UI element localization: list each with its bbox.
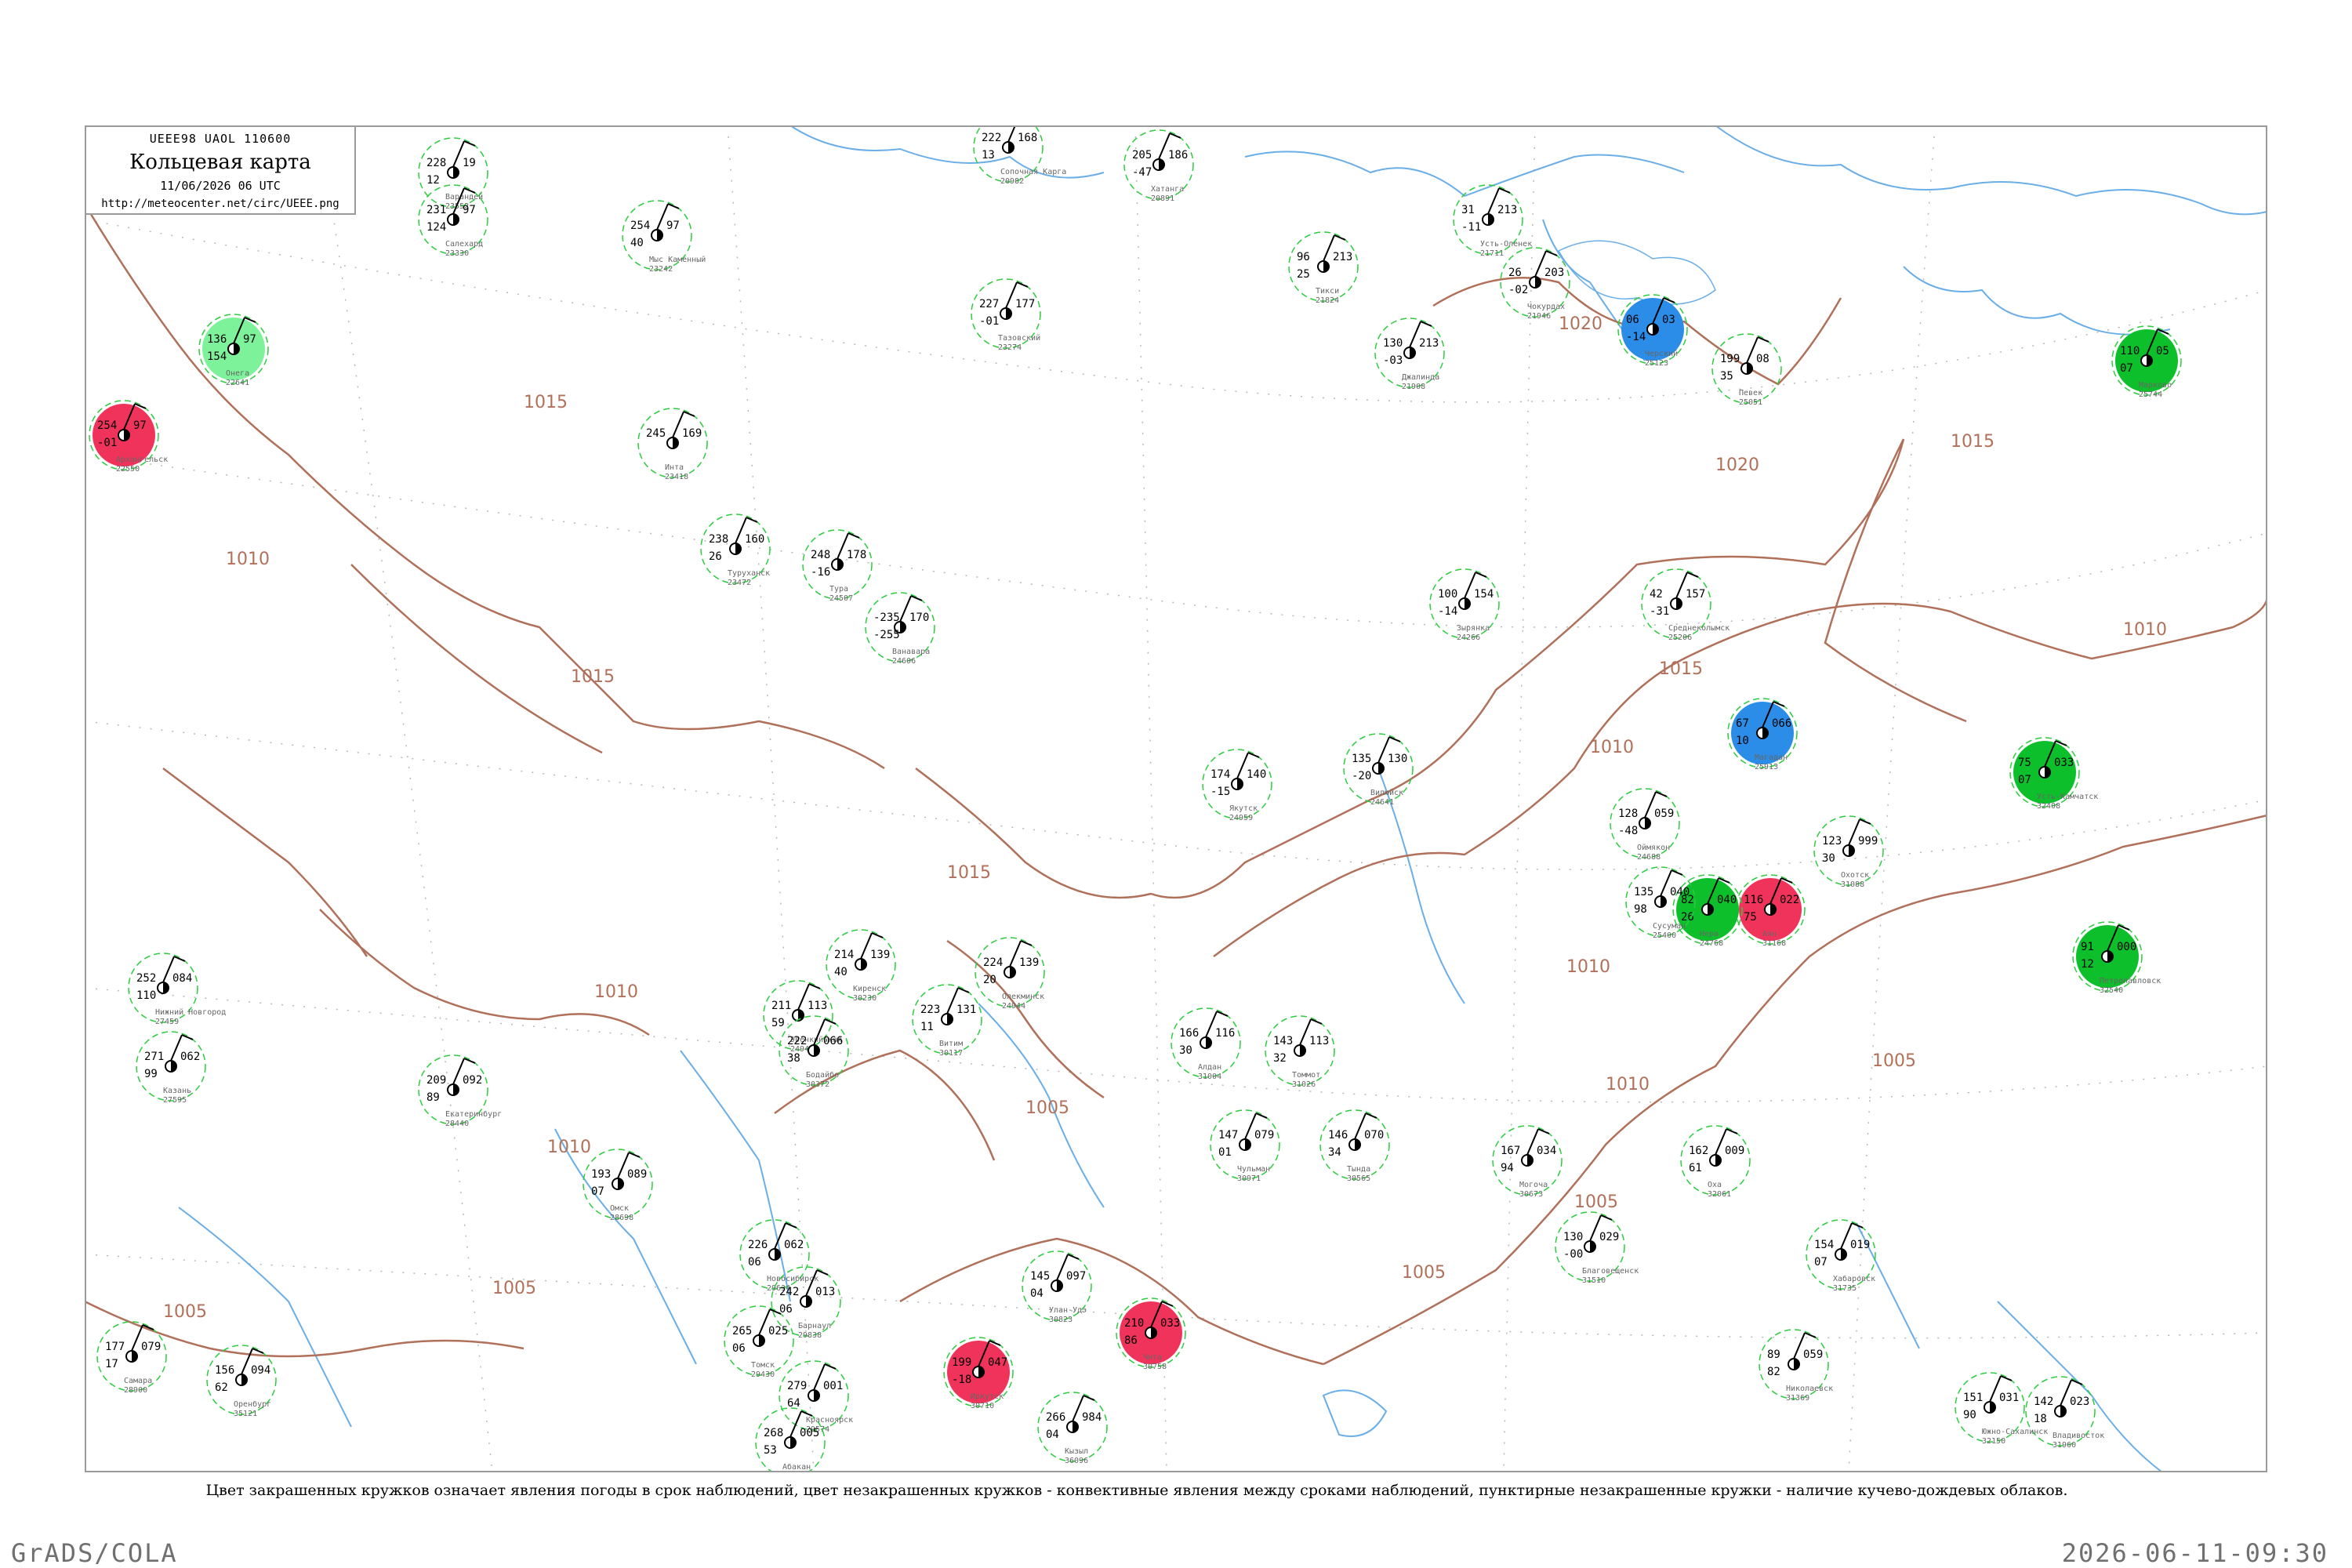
map-title-box: UEEE98 UAOL 110600 Кольцевая карта 11/06… bbox=[85, 125, 356, 215]
map-title: Кольцевая карта bbox=[129, 151, 311, 174]
footer-timestamp: 2026-06-11-09:30 bbox=[2061, 1538, 2328, 1568]
map-datetime: 11/06/2026 06 UTC bbox=[160, 179, 281, 193]
legend-caption: Цвет закрашенных кружков означает явлени… bbox=[205, 1482, 2068, 1499]
bulletin-code: UEEE98 UAOL 110600 bbox=[149, 132, 292, 146]
map-url: http://meteocenter.net/circ/UEEE.png bbox=[101, 198, 339, 210]
footer-software: GrADS/COLA bbox=[11, 1538, 178, 1568]
map-frame bbox=[85, 125, 2267, 1472]
